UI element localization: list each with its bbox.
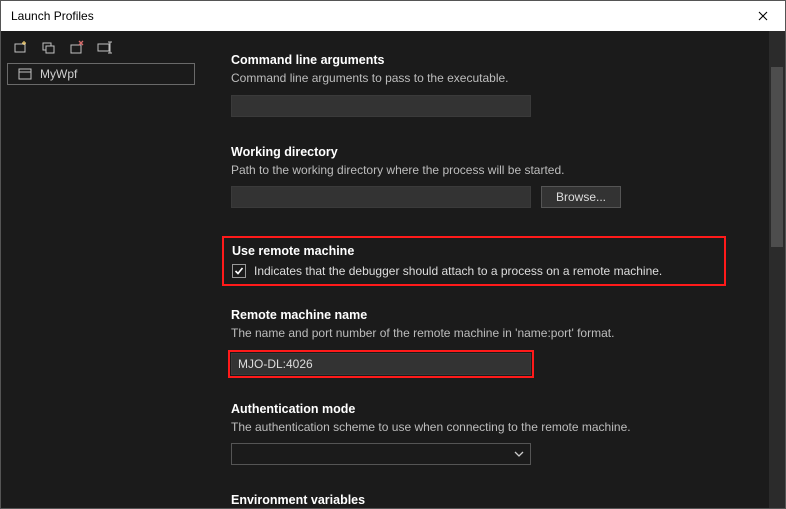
rename-profile-icon[interactable] bbox=[97, 39, 113, 55]
window-title: Launch Profiles bbox=[11, 9, 94, 23]
section-description: The name and port number of the remote m… bbox=[231, 326, 755, 342]
section-title: Command line arguments bbox=[231, 53, 755, 67]
authentication-mode-select[interactable] bbox=[231, 443, 531, 465]
highlight-remote-name bbox=[228, 350, 534, 378]
section-authentication-mode: Authentication mode The authentication s… bbox=[231, 402, 755, 466]
section-title: Remote machine name bbox=[231, 308, 755, 322]
section-remote-machine-name: Remote machine name The name and port nu… bbox=[231, 308, 755, 378]
browse-button[interactable]: Browse... bbox=[541, 186, 621, 208]
checkbox-label: Indicates that the debugger should attac… bbox=[254, 264, 662, 278]
delete-profile-icon[interactable] bbox=[69, 39, 85, 55]
sidebar: MyWpf bbox=[1, 31, 201, 508]
use-remote-machine-checkbox[interactable] bbox=[232, 264, 246, 278]
section-title: Authentication mode bbox=[231, 402, 755, 416]
scrollbar[interactable] bbox=[769, 31, 785, 508]
sidebar-toolbar bbox=[1, 31, 201, 59]
chevron-down-icon bbox=[514, 449, 524, 459]
scrollbar-thumb[interactable] bbox=[771, 67, 783, 247]
remote-machine-name-input[interactable] bbox=[231, 353, 531, 375]
working-directory-input[interactable] bbox=[231, 186, 531, 208]
section-description: Command line arguments to pass to the ex… bbox=[231, 71, 755, 87]
launch-profiles-dialog: Launch Profiles bbox=[0, 0, 786, 509]
section-title: Working directory bbox=[231, 145, 755, 159]
profile-list: MyWpf bbox=[1, 59, 201, 89]
new-profile-icon[interactable] bbox=[13, 39, 29, 55]
profile-item-label: MyWpf bbox=[40, 67, 77, 81]
close-button[interactable] bbox=[741, 1, 785, 31]
highlight-remote-checkbox: Use remote machine Indicates that the de… bbox=[222, 236, 726, 286]
command-line-arguments-input[interactable] bbox=[231, 95, 531, 117]
section-title: Use remote machine bbox=[232, 244, 716, 258]
profile-item-mywpf[interactable]: MyWpf bbox=[7, 63, 195, 85]
section-description: The authentication scheme to use when co… bbox=[231, 420, 755, 436]
section-environment-variables-title: Environment variables bbox=[231, 493, 755, 507]
close-icon bbox=[758, 11, 768, 21]
titlebar: Launch Profiles bbox=[1, 1, 785, 31]
project-icon bbox=[18, 68, 32, 80]
duplicate-profile-icon[interactable] bbox=[41, 39, 57, 55]
section-use-remote-machine: Use remote machine Indicates that the de… bbox=[231, 236, 755, 286]
checkmark-icon bbox=[234, 266, 244, 276]
dialog-body: MyWpf Command line arguments Command lin… bbox=[1, 31, 785, 508]
section-command-line-arguments: Command line arguments Command line argu… bbox=[231, 53, 755, 117]
section-working-directory: Working directory Path to the working di… bbox=[231, 145, 755, 209]
section-description: Path to the working directory where the … bbox=[231, 163, 755, 179]
main-panel: Command line arguments Command line argu… bbox=[201, 31, 785, 508]
